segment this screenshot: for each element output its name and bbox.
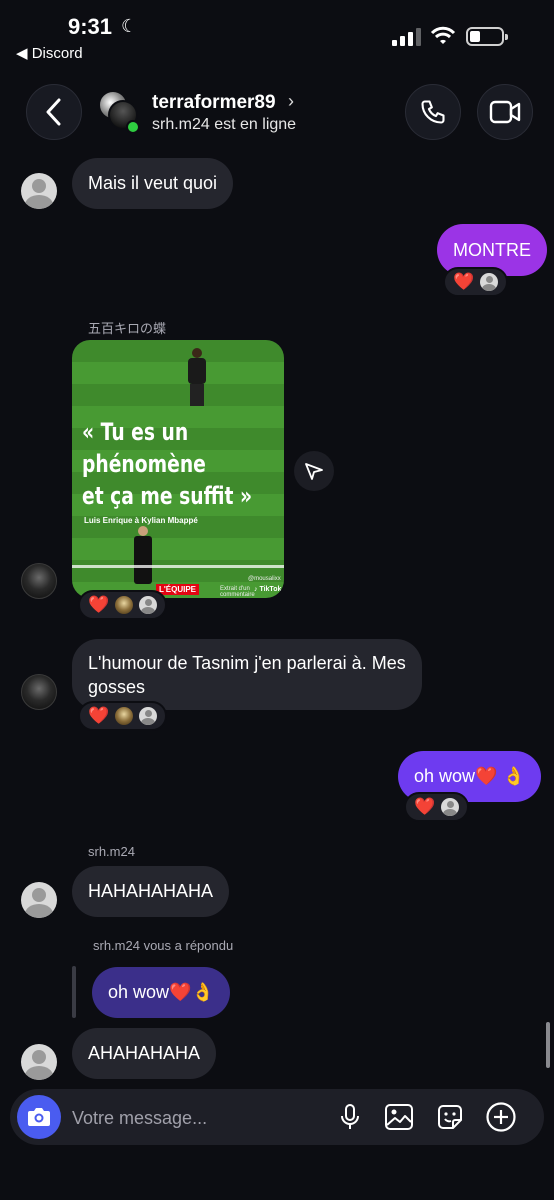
sender-avatar[interactable]: [21, 882, 57, 918]
message-text-line: gosses: [88, 676, 146, 697]
tiktok-logo: ♪ TikTok: [254, 586, 282, 593]
heart-reaction-icon: ❤️: [88, 595, 110, 614]
message-text: Mais il veut quoi: [88, 173, 218, 193]
message-input[interactable]: [72, 1105, 322, 1131]
clock: 9:31: [68, 14, 113, 39]
sticker-icon: [438, 1105, 462, 1129]
contact-name[interactable]: terraformer89: [152, 92, 276, 114]
reactions-bar[interactable]: ❤️: [78, 701, 168, 731]
post-quote: « Tu es un phénomène et ça me suffit »: [82, 418, 253, 510]
voice-call-button[interactable]: [405, 84, 461, 140]
sender-avatar[interactable]: [21, 674, 57, 710]
microphone-button[interactable]: [334, 1101, 366, 1133]
camera-icon: [28, 1108, 50, 1126]
back-button[interactable]: [26, 84, 82, 140]
reactor-avatar: [115, 596, 134, 614]
share-button[interactable]: [294, 451, 334, 491]
heart-reaction-icon: ❤️: [414, 797, 436, 816]
video-camera-icon: [489, 100, 521, 124]
camera-button[interactable]: [17, 1095, 61, 1139]
reactor-avatar: [115, 707, 134, 725]
reactor-avatar: [480, 273, 499, 291]
gallery-button[interactable]: [383, 1101, 415, 1133]
battery-icon: [466, 27, 508, 46]
message-composer: [10, 1089, 544, 1145]
message-text: HAHAHAHAHA: [88, 881, 214, 901]
message-bubble[interactable]: Mais il veut quoi: [72, 158, 234, 209]
status-bar: 9:31 ☾ ◀ Discord: [0, 0, 554, 70]
reactor-avatar: [139, 596, 158, 614]
reactions-bar[interactable]: ❤️: [443, 267, 509, 297]
reactor-avatar: [139, 707, 158, 725]
sender-name: srh.m24: [88, 844, 135, 859]
wifi-icon: [430, 26, 456, 44]
message-bubble[interactable]: HAHAHAHAHA: [72, 866, 230, 917]
message-text: AHAHAHAHA: [88, 1043, 201, 1063]
post-caption: Luis Enrique à Kylian Mbappé: [84, 516, 198, 525]
reply-label: srh.m24 vous a répondu: [93, 938, 234, 953]
chevron-right-icon[interactable]: ›: [288, 91, 294, 112]
message-bubble[interactable]: AHAHAHAHA: [72, 1028, 217, 1079]
message-text: oh wow❤️ 👌: [414, 766, 525, 786]
pitch-line: [72, 565, 284, 568]
image-icon: [385, 1104, 413, 1130]
sender-avatar[interactable]: [21, 173, 57, 209]
sticker-button[interactable]: [434, 1101, 466, 1133]
sender-avatar[interactable]: [21, 1044, 57, 1080]
coach-image: [132, 526, 154, 586]
reactions-bar[interactable]: ❤️: [78, 590, 168, 620]
cellular-signal-icon: [392, 28, 422, 46]
online-indicator: [126, 120, 140, 134]
contact-status: srh.m24 est en ligne: [152, 116, 297, 133]
reply-indicator: [72, 966, 76, 1018]
message-text: MONTRE: [453, 239, 531, 260]
plus-circle-icon: [486, 1102, 516, 1132]
microphone-icon: [341, 1104, 359, 1129]
scrollbar[interactable]: [546, 1022, 550, 1068]
phone-icon: [421, 100, 445, 124]
player-image: [184, 348, 210, 408]
moon-icon: ☾: [121, 16, 138, 36]
back-to-app-link[interactable]: ◀ Discord: [16, 44, 83, 62]
video-call-button[interactable]: [477, 84, 533, 140]
replied-message-text: oh wow❤️👌: [108, 982, 214, 1002]
reactor-avatar: [441, 798, 460, 816]
heart-reaction-icon: ❤️: [453, 272, 475, 291]
replied-message[interactable]: oh wow❤️👌: [92, 967, 230, 1018]
sender-name: 五百キロの蝶: [88, 321, 167, 336]
sender-avatar[interactable]: [21, 563, 57, 599]
heart-reaction-icon: ❤️: [88, 706, 110, 725]
message-bubble[interactable]: L'humour de Tasnim j'en parlerai à. Mes …: [72, 639, 422, 710]
send-icon: [305, 463, 323, 480]
message-text-line: L'humour de Tasnim j'en parlerai à. Mes: [88, 652, 406, 673]
chevron-left-icon: [46, 98, 61, 126]
reactions-bar[interactable]: ❤️: [404, 792, 470, 822]
post-handle: @mousalixx: [248, 576, 281, 582]
shared-post[interactable]: « Tu es un phénomène et ça me suffit » L…: [72, 340, 284, 598]
more-button[interactable]: [485, 1101, 517, 1133]
